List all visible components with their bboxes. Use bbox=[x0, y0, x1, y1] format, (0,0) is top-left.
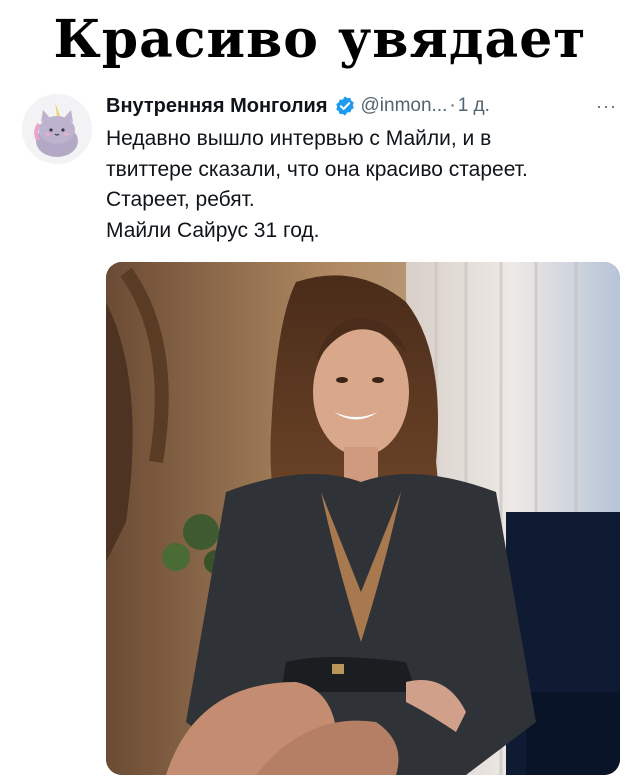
avatar[interactable] bbox=[22, 94, 92, 164]
tweet-text-line: твиттере сказали, что она красиво старее… bbox=[106, 157, 528, 181]
separator-dot: · bbox=[449, 95, 456, 116]
author-handle[interactable]: @inmon... bbox=[361, 95, 448, 117]
tweet-text-line: Недавно вышло интервью с Майли, и в bbox=[106, 127, 492, 150]
pusheen-unicorn-avatar-image bbox=[22, 94, 92, 164]
tweet-text: Недавно вышло интервью с Майли, и в твит… bbox=[106, 124, 626, 246]
tweet-text-line: Майли Сайрус 31 год. bbox=[106, 218, 320, 242]
tweet-timestamp[interactable]: 1 д. bbox=[458, 95, 490, 117]
tweet-header: Внутренняя Монголия @inmon... · 1 д. bbox=[106, 92, 490, 120]
more-options-icon[interactable]: ··· bbox=[596, 96, 617, 117]
author-name[interactable]: Внутренняя Монголия bbox=[106, 95, 328, 118]
meme-title: Красиво увядает bbox=[53, 9, 587, 70]
verified-badge-icon bbox=[334, 95, 356, 117]
tweet-photo[interactable] bbox=[106, 262, 620, 775]
tweet-text-line: Стареет, ребят. bbox=[106, 188, 255, 211]
interview-photo-image bbox=[106, 262, 620, 775]
tweet[interactable]: Внутренняя Монголия @inmon... · 1 д. ···… bbox=[0, 82, 640, 783]
